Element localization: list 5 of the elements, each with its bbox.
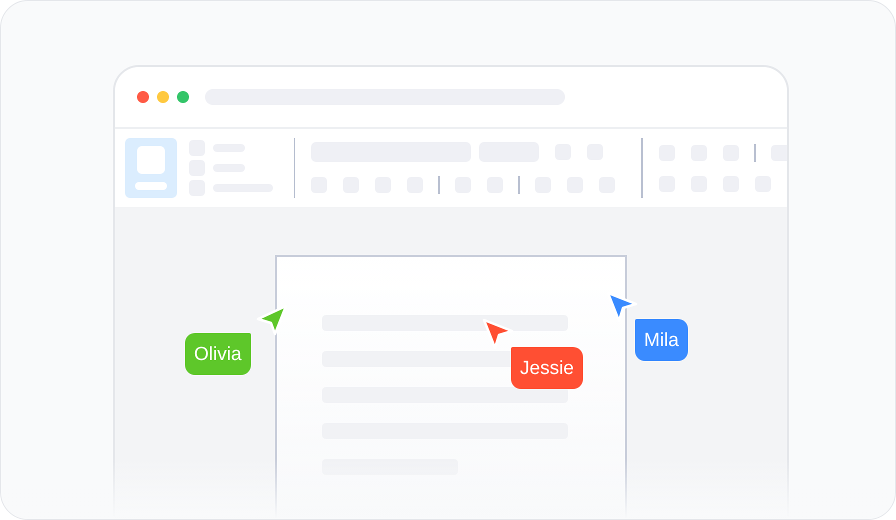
document-thumbnail[interactable] bbox=[125, 138, 177, 198]
user-name-tag: Olivia bbox=[185, 333, 251, 375]
user-name-tag: Jessie bbox=[511, 347, 583, 389]
toolbar-button[interactable] bbox=[771, 145, 787, 161]
user-name-tag: Mila bbox=[635, 319, 688, 361]
